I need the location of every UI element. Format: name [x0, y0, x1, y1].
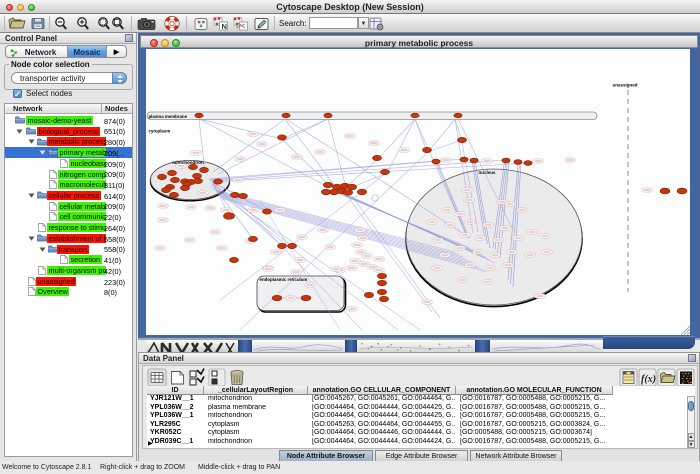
svg-text:nucleus: nucleus: [478, 170, 496, 175]
svg-text:f(x): f(x): [641, 374, 656, 385]
svg-text:plasma membrane: plasma membrane: [149, 114, 188, 119]
svg-text:unassigned: unassigned: [612, 83, 637, 88]
svg-text:endoplasmic reticulum: endoplasmic reticulum: [260, 277, 308, 282]
svg-text:N: N: [222, 22, 227, 31]
svg-text:cytoplasm: cytoplasm: [149, 129, 171, 134]
